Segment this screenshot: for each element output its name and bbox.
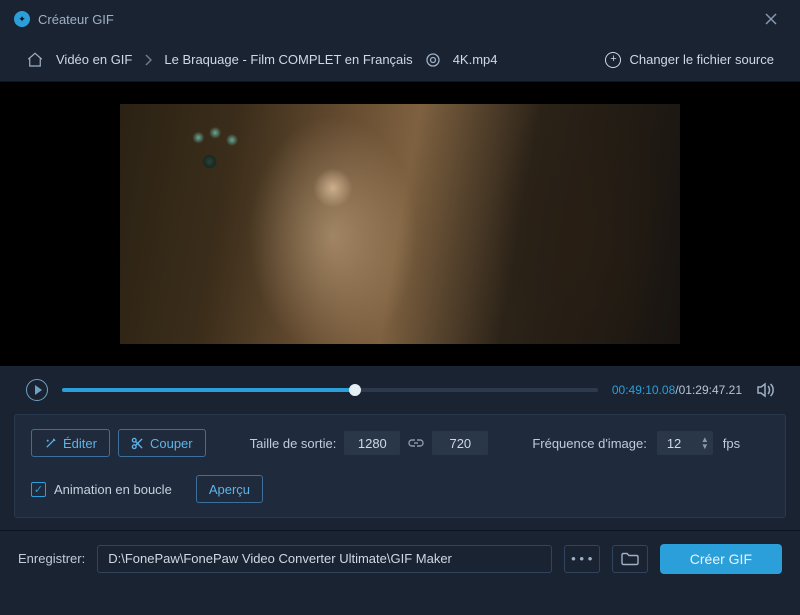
- titlebar: ✦ Créateur GIF: [0, 0, 800, 38]
- fps-group: Fréquence d'image: 12 ▲▼ fps: [532, 431, 740, 455]
- fps-unit: fps: [723, 436, 740, 451]
- loop-label: Animation en boucle: [54, 482, 172, 497]
- breadcrumb-level1[interactable]: Vidéo en GIF: [56, 52, 132, 67]
- output-size-group: Taille de sortie: 1280 720: [250, 431, 489, 455]
- video-preview-area: [0, 82, 800, 366]
- home-icon[interactable]: [26, 51, 44, 69]
- create-gif-button[interactable]: Créer GIF: [660, 544, 782, 574]
- checkbox-icon: ✓: [31, 482, 46, 497]
- breadcrumb-filename: Le Braquage - Film COMPLET en Français: [164, 52, 412, 67]
- timeline-fill: [62, 388, 355, 392]
- player-controls: 00:49:10.08/01:29:47.21: [0, 366, 800, 414]
- fps-label: Fréquence d'image:: [532, 436, 647, 451]
- save-path-input[interactable]: D:\FonePaw\FonePaw Video Converter Ultim…: [97, 545, 552, 573]
- wand-icon: [44, 437, 57, 450]
- height-input[interactable]: 720: [432, 431, 488, 455]
- change-source-button[interactable]: + Changer le fichier source: [605, 52, 774, 68]
- cut-button[interactable]: Couper: [118, 429, 206, 457]
- breadcrumb: Vidéo en GIF Le Braquage - Film COMPLET …: [0, 38, 800, 82]
- controls-panel: Éditer Couper Taille de sortie: 1280 720…: [14, 414, 786, 518]
- target-icon: [425, 52, 441, 68]
- link-icon[interactable]: [408, 438, 424, 448]
- play-button[interactable]: [26, 379, 48, 401]
- timeline-thumb[interactable]: [349, 384, 361, 396]
- fps-stepper[interactable]: 12 ▲▼: [657, 431, 713, 455]
- width-input[interactable]: 1280: [344, 431, 400, 455]
- preview-button[interactable]: Aperçu: [196, 475, 263, 503]
- change-source-label: Changer le fichier source: [629, 52, 774, 67]
- video-frame[interactable]: [120, 104, 680, 344]
- dots-icon: • • •: [571, 551, 592, 566]
- preview-label: Aperçu: [209, 482, 250, 497]
- chevron-right-icon: [144, 54, 152, 66]
- folder-icon: [621, 552, 639, 566]
- bottom-bar: Enregistrer: D:\FonePaw\FonePaw Video Co…: [0, 530, 800, 586]
- window-title: Créateur GIF: [38, 12, 114, 27]
- output-size-label: Taille de sortie:: [250, 436, 337, 451]
- time-total: 01:29:47.21: [679, 383, 742, 397]
- browse-button[interactable]: • • •: [564, 545, 600, 573]
- breadcrumb-ext: 4K.mp4: [453, 52, 498, 67]
- app-icon: ✦: [14, 11, 30, 27]
- timeline-slider[interactable]: [62, 388, 598, 392]
- plus-circle-icon: +: [605, 52, 621, 68]
- open-folder-button[interactable]: [612, 545, 648, 573]
- volume-icon[interactable]: [756, 382, 774, 398]
- scissors-icon: [131, 437, 144, 450]
- close-icon[interactable]: [756, 8, 786, 30]
- create-gif-label: Créer GIF: [690, 551, 752, 567]
- edit-button[interactable]: Éditer: [31, 429, 110, 457]
- fps-value: 12: [667, 436, 695, 451]
- timecode: 00:49:10.08/01:29:47.21: [612, 383, 742, 397]
- loop-checkbox[interactable]: ✓ Animation en boucle: [31, 482, 172, 497]
- time-current: 00:49:10.08: [612, 383, 675, 397]
- edit-label: Éditer: [63, 436, 97, 451]
- stepper-arrows[interactable]: ▲▼: [701, 436, 709, 450]
- cut-label: Couper: [150, 436, 193, 451]
- save-label: Enregistrer:: [18, 551, 85, 566]
